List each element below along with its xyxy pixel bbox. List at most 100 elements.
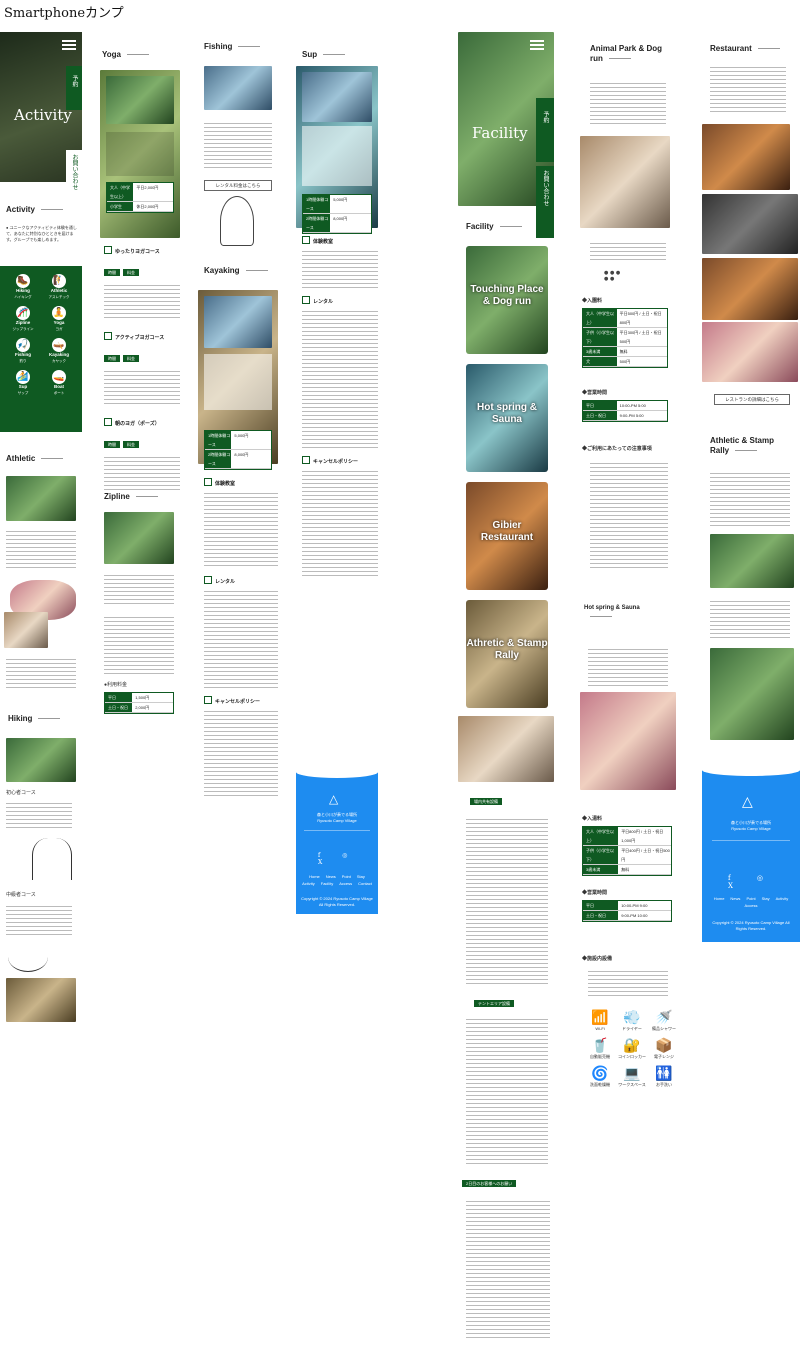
amenity-item: 🥤 自動販売機 xyxy=(586,1038,614,1060)
activity-hero-title: Activity xyxy=(14,106,72,124)
kayaking-section-title: レンタル xyxy=(204,576,278,585)
footer-nav-link[interactable]: Access xyxy=(745,903,758,908)
sup-section-title: キャンセルポリシー xyxy=(302,456,378,465)
footer-social-icons[interactable]: f ◎ X xyxy=(318,852,378,866)
footer-nav-link[interactable]: Contact xyxy=(358,881,372,886)
tent-facility-badge: テントエリア設備 xyxy=(474,1000,514,1007)
activity-item-boat[interactable]: 🚤 Boat ボート xyxy=(42,370,76,396)
facility-card[interactable]: Gibier Restaurant xyxy=(466,482,548,590)
table-key: 平日 xyxy=(583,401,617,411)
amenity-icon: 💨 xyxy=(623,1010,641,1026)
activity-item-fishing[interactable]: 🎣 Fishing 釣り xyxy=(6,338,40,364)
shared-facility-badge: 場内共有設備 xyxy=(470,798,502,805)
yoga-plan: ゆったりヨガコース 時間 料金 xyxy=(104,246,180,318)
activity-item-sub: ヨガ xyxy=(55,327,63,331)
menu-icon[interactable] xyxy=(530,40,544,50)
amenities-text xyxy=(588,968,668,998)
sup-section-title: 体験教室 xyxy=(302,236,378,245)
table-key: 平日 xyxy=(105,693,133,703)
zipline-text xyxy=(104,572,174,606)
footer-nav-link[interactable]: Point xyxy=(746,896,755,901)
amenities-grid: 📶 Wi-Fi 💨 ドライヤー 🚿 備品シャワー 🥤 自動販売機 🔐 コインロッカー 📦 電子レンジ 🌀… xyxy=(586,1010,678,1088)
time-badge: 時間 xyxy=(104,441,120,448)
animal-hours-title: ◆営業時間 xyxy=(582,390,608,396)
yoga-plan: アクティブヨガコース 時間 料金 xyxy=(104,332,180,404)
yoga-plan-text xyxy=(104,454,180,490)
table-key: 大人（中学生以上） xyxy=(583,309,617,328)
table-value: 平日300円 / 土日・祝日500円 xyxy=(616,328,667,347)
reserve-tab[interactable]: 予約 xyxy=(536,98,554,162)
table-value: 平日2,000円 xyxy=(133,183,173,202)
reserve-label: 予約 xyxy=(542,111,549,123)
footer-nav-link[interactable]: Home xyxy=(309,874,320,879)
hiking-photo-2 xyxy=(6,978,76,1022)
amenity-icon: 🥤 xyxy=(591,1038,609,1054)
reserve-tab[interactable]: 予約 xyxy=(66,66,82,110)
table-key: 土日・祝日 xyxy=(583,411,617,421)
footer-nav-link[interactable]: Stay xyxy=(357,874,365,879)
table-value: 休日2,000円 xyxy=(133,202,173,212)
fishing-illustration xyxy=(220,196,254,246)
activity-item-hiking[interactable]: 🥾 Hiking ハイキング xyxy=(6,274,40,300)
activity-item-sup[interactable]: 🏄 Sup サップ xyxy=(6,370,40,396)
footer-nav-link[interactable]: News xyxy=(326,874,336,879)
reserve-label: 予約 xyxy=(71,75,78,87)
restaurant-text xyxy=(710,64,786,114)
restaurant-photo-2 xyxy=(702,194,798,254)
facility-heading: Facility xyxy=(466,222,522,231)
table-key: 3歳未満 xyxy=(583,865,619,875)
athletic-stamp-photo-1 xyxy=(710,534,794,588)
footer-nav-link[interactable]: Access xyxy=(339,881,352,886)
activity-item-athletic[interactable]: 🧗 Athletic アスレチック xyxy=(42,274,76,300)
table-value: 5,000円 xyxy=(231,431,271,450)
footer-nav-link[interactable]: Stay xyxy=(762,896,770,901)
kayaking-section-title: 体験教室 xyxy=(204,478,278,487)
hiking-text-1 xyxy=(6,800,72,828)
facility-card[interactable]: Touching Place & Dog run xyxy=(466,246,548,354)
animal-hours-table: 平日 10:00-PM 5:00 土日・祝日 9:00-PM 5:00 xyxy=(582,400,668,422)
restaurant-detail-button[interactable]: レストランの詳細はこちら xyxy=(714,394,790,405)
time-badge: 時間 xyxy=(104,355,120,362)
menu-icon[interactable] xyxy=(62,40,76,50)
footer-nav-link[interactable]: Point xyxy=(342,874,351,879)
footer-nav-link[interactable]: Facility xyxy=(321,881,333,886)
athletic-icon: 🧗 xyxy=(52,274,66,288)
kayaking-icon: 🛶 xyxy=(52,338,66,352)
activity-item-sub: ハイキング xyxy=(14,295,32,299)
kayaking-section-title: キャンセルポリシー xyxy=(204,696,278,705)
activity-item-zipline[interactable]: 🎢 Zipline ジップライン xyxy=(6,306,40,332)
yoga-plan-title: ゆったりヨガコース xyxy=(104,246,180,255)
yoga-plan: 朝のヨガ（ポーズ） 時間 料金 xyxy=(104,418,180,490)
table-key: 大人（中学生以上） xyxy=(583,827,619,846)
footer-nav-link[interactable]: Activity xyxy=(776,896,789,901)
kayaking-section-text xyxy=(204,588,278,688)
activity-item-sub: サップ xyxy=(17,391,29,395)
activity-item-kayaking[interactable]: 🛶 Kayaking カヤック xyxy=(42,338,76,364)
restaurant-photo-4 xyxy=(702,322,798,382)
activity-item-yoga[interactable]: 🧘 Yoga ヨガ xyxy=(42,306,76,332)
footer-nav-link[interactable]: News xyxy=(730,896,740,901)
hiking-course-1: 初心者コース xyxy=(6,790,36,796)
activity-item-sub: カヤック xyxy=(52,359,66,363)
hiking-illustration-2 xyxy=(8,942,48,972)
facility-card[interactable]: Athretic & Stamp Rally xyxy=(466,600,548,708)
contact-tab[interactable]: お問い合わせ xyxy=(536,166,554,238)
facility-map xyxy=(458,716,554,782)
fishing-icon: 🎣 xyxy=(16,338,30,352)
activity-item-sub: アスレチック xyxy=(48,295,70,299)
facility-card-title: Touching Place & Dog run xyxy=(470,284,544,307)
footer-nav-link[interactable]: Home xyxy=(714,896,725,901)
footer-nav-link[interactable]: Activity xyxy=(302,881,315,886)
sup-card: 1時間体験コース 5,000円 2時間体験コース 8,000円 xyxy=(296,66,378,234)
hiking-text-2 xyxy=(6,903,72,937)
facility-card[interactable]: Hot spring & Sauna xyxy=(466,364,548,472)
yoga-plan-title: 朝のヨガ（ポーズ） xyxy=(104,418,180,427)
kayaking-heading: Kayaking xyxy=(204,266,268,275)
zipline-price-table: 平日 1,500円 土日・祝日 2,000円 xyxy=(104,692,174,714)
hot-spring-text xyxy=(588,646,668,686)
sup-section-text xyxy=(302,468,378,578)
contact-tab[interactable]: お問い合わせ xyxy=(66,150,82,208)
fishing-rental-button[interactable]: レンタル料金はこちら xyxy=(204,180,272,191)
footer-social-icons[interactable]: f ◎ X xyxy=(728,874,800,890)
amenity-item: 💨 ドライヤー xyxy=(618,1010,646,1032)
